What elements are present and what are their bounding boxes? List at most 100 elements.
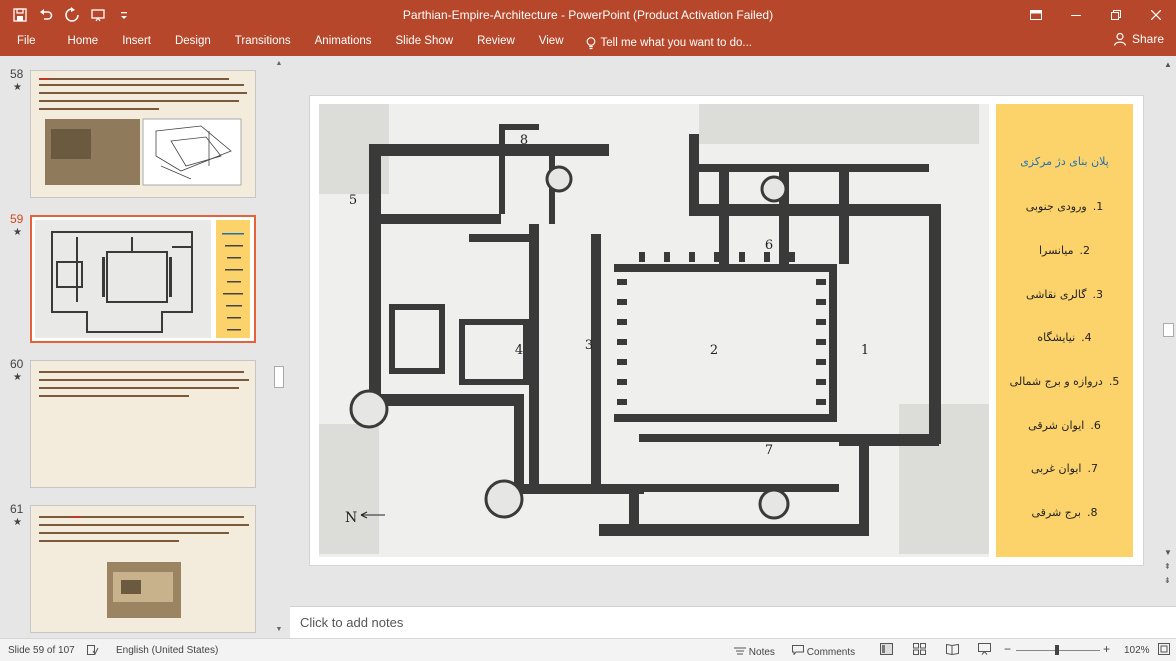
share-label: Share [1131, 32, 1164, 46]
comments-button[interactable]: Comments [792, 645, 855, 658]
tell-me-box[interactable]: Tell me what you want to do... [576, 36, 752, 50]
slide-show-view-icon[interactable] [978, 643, 991, 658]
next-slide-icon[interactable]: ⇟ [1164, 576, 1171, 585]
zoom-in-icon[interactable]: + [1103, 642, 1110, 656]
zoom-level[interactable]: 102% [1124, 645, 1150, 656]
slide-thumbnails-pane: 58 ★ 59 ★ 60 ★ 61 ★ [0, 56, 287, 638]
legend-item-number: 2. [1079, 244, 1091, 257]
legend-item-2: 2. میانسرا [1006, 244, 1123, 257]
notes-pane[interactable]: Click to add notes [290, 606, 1176, 638]
legend-item-8: 8. برج شرقی [1006, 506, 1123, 519]
plan-label-4: 4 [515, 343, 523, 358]
thumbnail-number: 60 [10, 357, 24, 371]
slide-sorter-icon[interactable] [913, 643, 926, 658]
scroll-up-icon[interactable]: ▲ [274, 60, 284, 70]
lightbulb-icon [586, 36, 595, 49]
plan-label-6: 6 [765, 238, 773, 253]
legend-title: پلان بنای دژ مرکزی [1020, 155, 1109, 168]
title-bar: Parthian-Empire-Architecture - PowerPoin… [0, 0, 1176, 30]
thumbnail-preview [30, 70, 256, 198]
legend-item-number: 5. [1108, 375, 1120, 388]
spelling-check-icon[interactable] [87, 645, 99, 659]
ribbon-tabs: File Home Insert Design Transitions Anim… [0, 30, 752, 56]
tab-design[interactable]: Design [163, 30, 223, 56]
thumbnail-slide-58[interactable]: 58 ★ [0, 56, 270, 198]
north-label: N [345, 510, 357, 526]
slide-editor: 1 2 3 4 5 6 7 8 N پلان بنای دژ مرکزی 1. و… [290, 56, 1162, 606]
plan-label-5: 5 [349, 193, 357, 208]
legend-item-label: ایوان غربی [1031, 462, 1082, 475]
ribbon-display-options-icon[interactable] [1016, 0, 1056, 30]
previous-slide-icon[interactable]: ⇞ [1164, 562, 1171, 571]
legend-item-6: 6. ایوان شرقی [1006, 419, 1123, 432]
legend-item-label: میانسرا [1038, 244, 1074, 257]
comment-icon [792, 645, 804, 656]
notes-button[interactable]: Notes [734, 645, 775, 658]
status-bar: Slide 59 of 107 English (United States) … [0, 638, 1176, 661]
person-icon [1113, 32, 1127, 46]
scrollbar-thumb[interactable] [274, 366, 284, 388]
scroll-up-icon[interactable]: ▲ [1164, 60, 1172, 69]
notes-label: Notes [748, 647, 775, 658]
legend-item-label: ورودی جنوبی [1025, 200, 1087, 213]
thumbnail-slide-59[interactable]: 59 ★ [0, 201, 270, 343]
minimize-icon[interactable] [1056, 0, 1096, 30]
legend-item-number: 3. [1092, 288, 1103, 301]
legend-item-label: برج شرقی [1031, 506, 1081, 519]
animation-star-icon: ★ [13, 227, 22, 238]
thumbnail-preview [30, 360, 256, 488]
window-controls [1016, 0, 1176, 30]
floor-plan-image: 1 2 3 4 5 6 7 8 N [319, 104, 989, 557]
notes-placeholder[interactable]: Click to add notes [300, 615, 403, 630]
restore-icon[interactable] [1096, 0, 1136, 30]
notes-icon [734, 647, 746, 655]
plan-label-1: 1 [861, 343, 869, 358]
animation-star-icon: ★ [13, 517, 22, 528]
scroll-down-icon[interactable]: ▼ [274, 626, 284, 636]
tab-home[interactable]: Home [56, 30, 111, 56]
legend-item-number: 8. [1086, 506, 1098, 519]
thumbnail-preview [30, 505, 256, 633]
tab-review[interactable]: Review [465, 30, 527, 56]
tab-animations[interactable]: Animations [303, 30, 384, 56]
animation-star-icon: ★ [13, 372, 22, 383]
legend-item-4: 4. نیایشگاه [1006, 331, 1123, 344]
plan-label-2: 2 [710, 343, 718, 358]
thumbnail-preview [30, 215, 256, 343]
zoom-slider-thumb[interactable] [1055, 645, 1059, 655]
legend-item-label: گالری نقاشی [1026, 288, 1087, 301]
legend-item-number: 6. [1090, 419, 1101, 432]
plan-label-3: 3 [585, 338, 593, 353]
comments-label: Comments [806, 647, 856, 658]
plan-label-8: 8 [520, 133, 528, 148]
legend-item-5: 5. دروازه و برج شمالی [1006, 375, 1123, 388]
current-slide[interactable]: 1 2 3 4 5 6 7 8 N پلان بنای دژ مرکزی 1. و… [309, 95, 1144, 566]
language-indicator[interactable]: English (United States) [116, 645, 218, 656]
fit-slide-icon[interactable] [1158, 643, 1170, 658]
normal-view-icon[interactable] [880, 643, 893, 658]
tab-transitions[interactable]: Transitions [223, 30, 303, 56]
legend-item-number: 7. [1087, 462, 1098, 475]
slide-scrollbar[interactable]: ▲ ▼ ⇞ ⇟ [1162, 56, 1176, 606]
thumbnail-number: 61 [10, 502, 24, 516]
reading-view-icon[interactable] [946, 643, 959, 658]
thumbnail-number: 58 [10, 67, 24, 81]
legend-item-7: 7. ایوان غربی [1006, 462, 1123, 475]
ribbon: File Home Insert Design Transitions Anim… [0, 30, 1176, 56]
tab-insert[interactable]: Insert [110, 30, 163, 56]
thumbnail-slide-61[interactable]: 61 ★ [0, 491, 270, 633]
legend-item-label: دروازه و برج شمالی [1009, 375, 1103, 388]
legend-item-number: 1. [1092, 200, 1104, 213]
tab-slide-show[interactable]: Slide Show [384, 30, 466, 56]
thumbnail-slide-60[interactable]: 60 ★ [0, 346, 270, 488]
legend-item-1: 1. ورودی جنوبی [1006, 200, 1123, 213]
legend-panel: پلان بنای دژ مرکزی 1. ورودی جنوبی 2. میانس… [996, 104, 1133, 557]
close-icon[interactable] [1136, 0, 1176, 30]
zoom-out-icon[interactable]: − [1004, 642, 1011, 656]
scrollbar-thumb[interactable] [1163, 323, 1174, 337]
tab-view[interactable]: View [527, 30, 576, 56]
thumbnails-scrollbar[interactable]: ▲ ▼ [273, 58, 285, 638]
tab-file[interactable]: File [0, 30, 56, 56]
scroll-down-icon[interactable]: ▼ [1164, 548, 1172, 557]
share-button[interactable]: Share [1113, 32, 1164, 46]
